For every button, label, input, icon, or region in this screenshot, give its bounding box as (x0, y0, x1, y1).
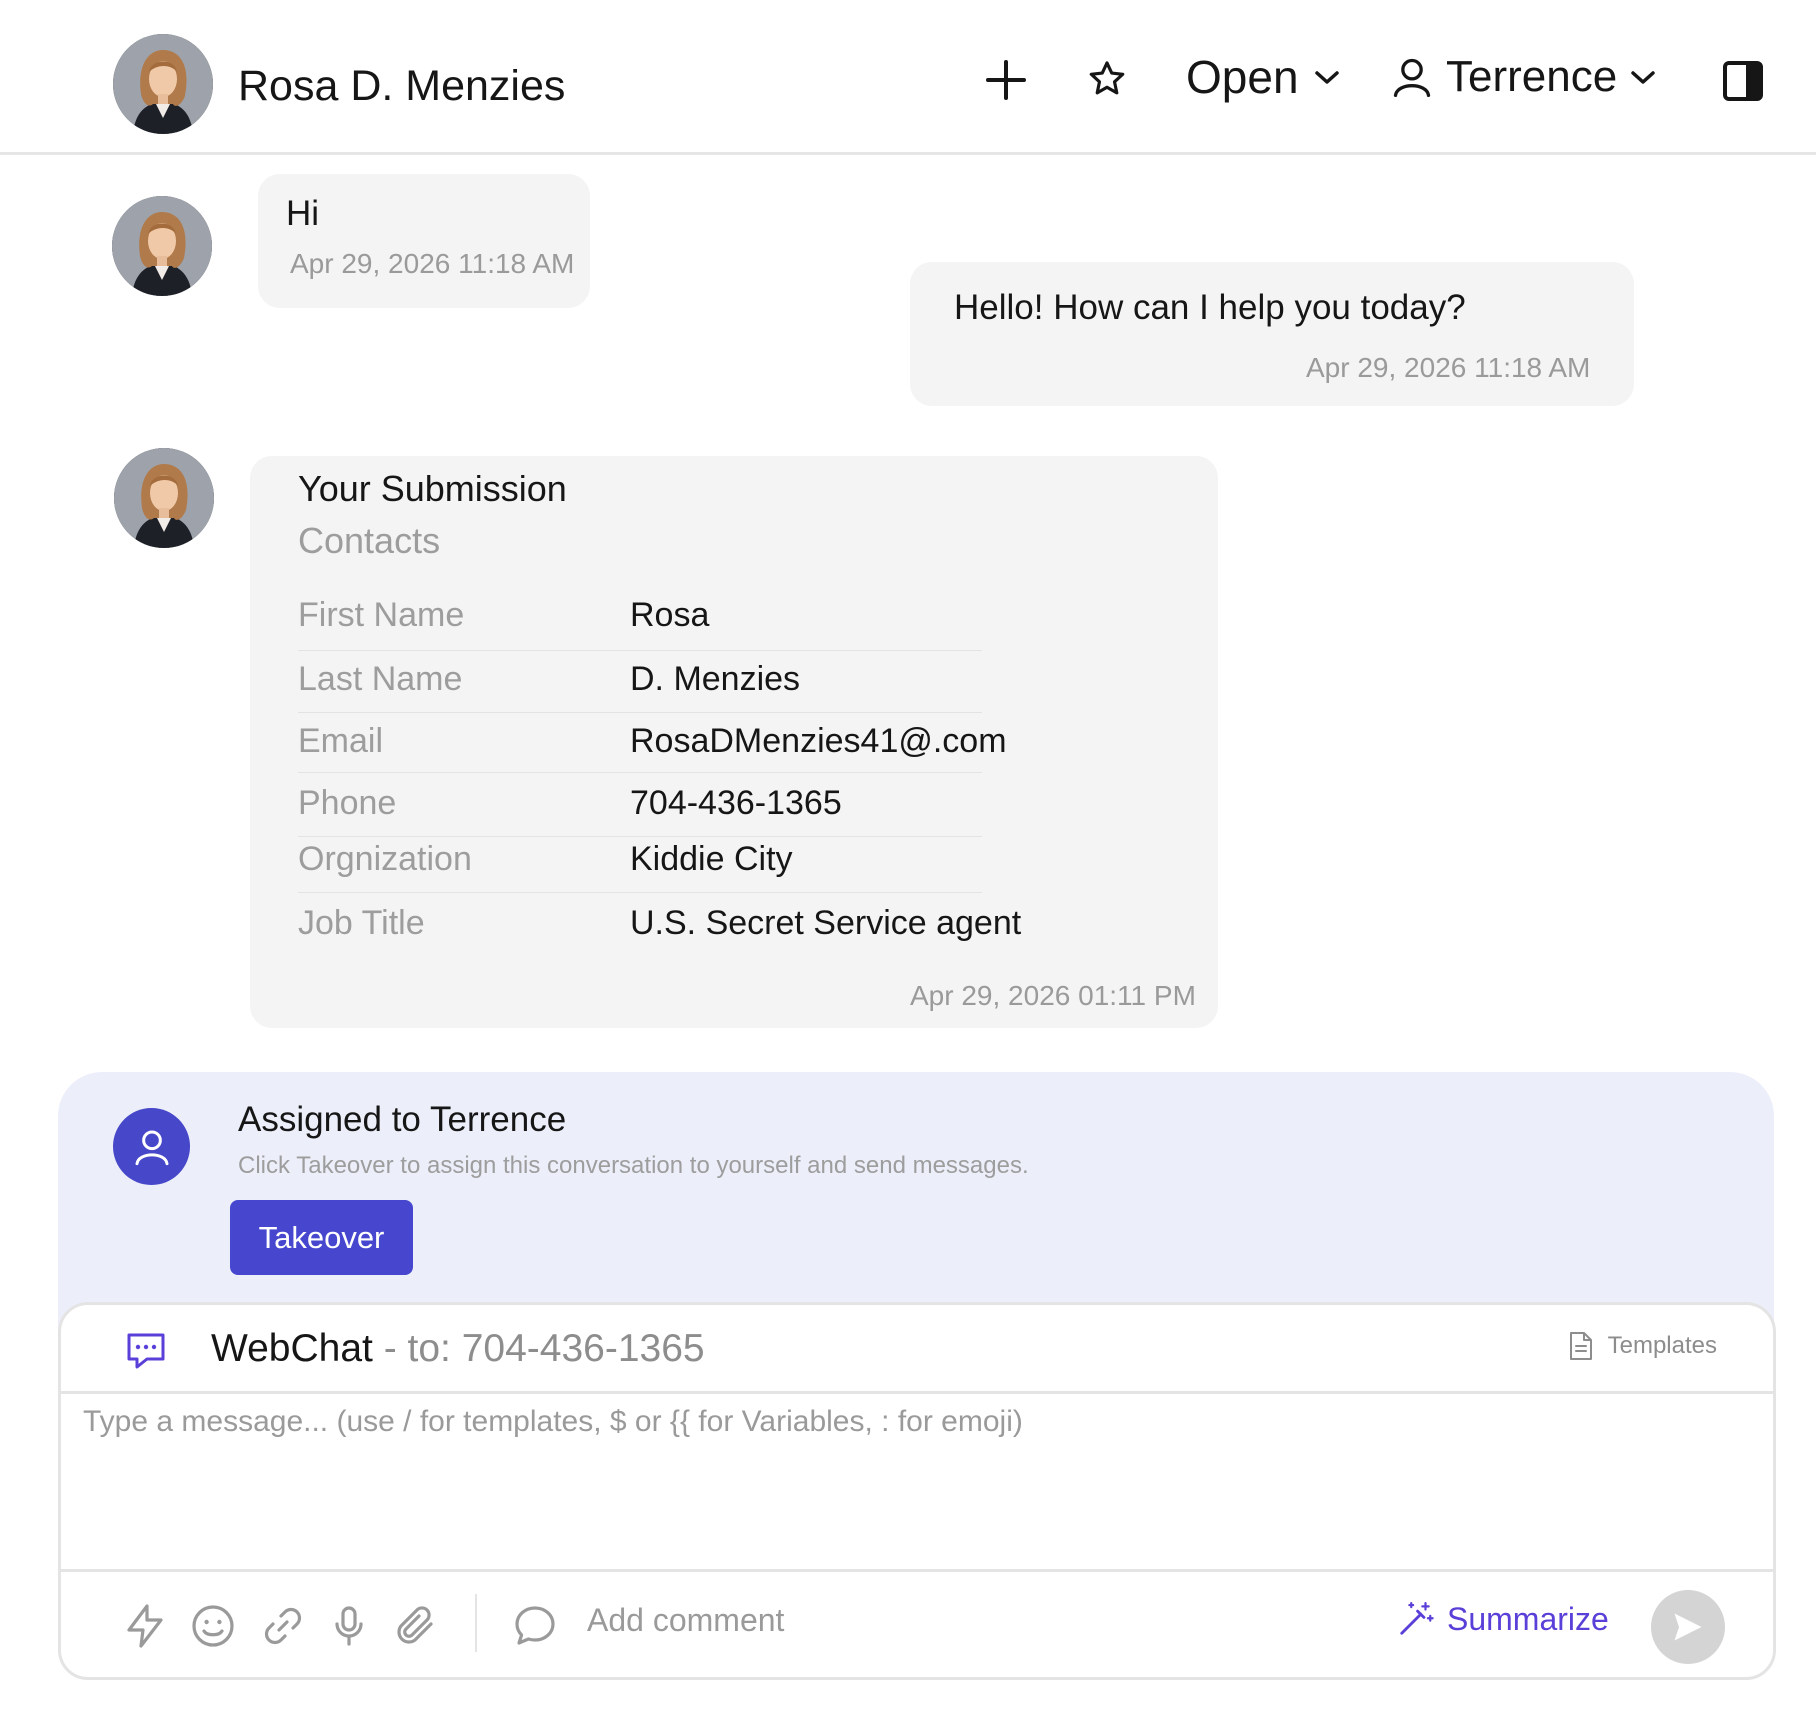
magic-wand-icon (1400, 1602, 1434, 1635)
summarize-label: Summarize (1447, 1600, 1609, 1637)
microphone-icon (335, 1606, 363, 1646)
field-value: 704-436-1365 (630, 784, 842, 822)
comment-button[interactable] (511, 1602, 559, 1650)
field-label: Phone (298, 784, 397, 822)
send-button[interactable] (1651, 1590, 1725, 1664)
channel-name: WebChat (211, 1327, 373, 1370)
submission-field-row: Email RosaDMenzies41@.com (298, 714, 1007, 773)
sidebar-toggle-icon (1723, 61, 1763, 101)
field-label: First Name (298, 596, 465, 634)
field-value: D. Menzies (630, 660, 801, 698)
status-dropdown[interactable]: Open (1186, 50, 1341, 104)
chevron-down-icon (1631, 71, 1655, 84)
contact-avatar (114, 448, 214, 548)
attach-button[interactable] (391, 1602, 439, 1650)
submission-title: Your Submission (298, 468, 567, 509)
field-label: Orgnization (298, 840, 472, 878)
composer-header: WebChat - to: 704-436-1365 Templates (61, 1305, 1773, 1394)
submission-field-row: Job Title U.S. Secret Service agent (298, 894, 1021, 954)
field-value: Kiddie City (630, 840, 793, 878)
emoji-button[interactable] (189, 1602, 237, 1650)
conversation-header: Rosa D. Menzies Open Terrence (0, 0, 1816, 155)
message-text: Hi (286, 194, 320, 233)
assignee-dropdown[interactable]: Terrence (1390, 52, 1657, 102)
message-text: Hello! How can I help you today? (954, 288, 1466, 327)
channel-label[interactable]: WebChat - to: 704-436-1365 (211, 1327, 705, 1371)
status-label: Open (1186, 51, 1299, 103)
submission-field-row: Orgnization Kiddie City (298, 838, 982, 893)
field-label: Job Title (298, 904, 425, 942)
assignment-title: Assigned to Terrence (238, 1100, 567, 1139)
add-button[interactable] (984, 58, 1028, 102)
contact-name[interactable]: Rosa D. Menzies (238, 62, 565, 111)
submission-field-row: Last Name D. Menzies (298, 652, 982, 713)
submission-subtitle: Contacts (298, 520, 441, 561)
field-label: Last Name (298, 660, 463, 698)
toolbar-divider (475, 1594, 477, 1652)
templates-label: Templates (1607, 1332, 1717, 1359)
comment-icon (515, 1606, 555, 1645)
contact-avatar[interactable] (113, 34, 213, 134)
outgoing-message-bubble (910, 262, 1634, 406)
lightning-icon (127, 1604, 163, 1648)
field-value: U.S. Secret Service agent (630, 904, 1022, 942)
chat-icon[interactable] (125, 1331, 167, 1371)
star-icon (1089, 61, 1125, 95)
link-button[interactable] (259, 1602, 307, 1650)
submission-field-row: First Name Rosa (298, 590, 982, 651)
user-icon (135, 1130, 168, 1165)
message-input[interactable] (83, 1405, 1743, 1565)
submission-field-row: Phone 704-436-1365 (298, 774, 982, 837)
assignee-label: Terrence (1446, 52, 1618, 101)
templates-button[interactable]: Templates (1568, 1331, 1717, 1361)
takeover-button[interactable]: Takeover (230, 1200, 413, 1275)
add-comment-label[interactable]: Add comment (587, 1602, 784, 1639)
assignee-avatar (113, 1108, 190, 1185)
paperclip-icon (397, 1606, 433, 1644)
smiley-icon (192, 1605, 234, 1647)
voice-button[interactable] (325, 1602, 373, 1650)
message-composer: WebChat - to: 704-436-1365 Templates Add… (58, 1302, 1776, 1680)
field-label: Email (298, 722, 384, 760)
send-icon (1674, 1613, 1702, 1641)
message-timestamp: Apr 29, 2026 11:18 AM (1306, 352, 1591, 383)
document-icon (1569, 1332, 1592, 1360)
plus-icon (986, 60, 1026, 100)
contact-avatar (112, 196, 212, 296)
summarize-button[interactable]: Summarize (1397, 1600, 1609, 1638)
field-value: Rosa (630, 596, 710, 634)
message-timestamp: Apr 29, 2026 01:11 PM (910, 980, 1196, 1011)
assignment-description: Click Takeover to assign this conversati… (238, 1152, 1029, 1179)
composer-toolbar: Add comment Summarize (61, 1569, 1773, 1677)
channel-recipient: - to: 704-436-1365 (372, 1327, 705, 1370)
field-value: RosaDMenzies41@.com (630, 722, 1007, 760)
user-icon (1393, 58, 1431, 97)
star-button[interactable] (1086, 58, 1128, 100)
link-icon (264, 1607, 302, 1645)
message-timestamp: Apr 29, 2026 11:18 AM (290, 248, 575, 279)
quick-actions-button[interactable] (121, 1602, 169, 1650)
sidebar-toggle-button[interactable] (1722, 60, 1764, 102)
chevron-down-icon (1314, 71, 1339, 84)
